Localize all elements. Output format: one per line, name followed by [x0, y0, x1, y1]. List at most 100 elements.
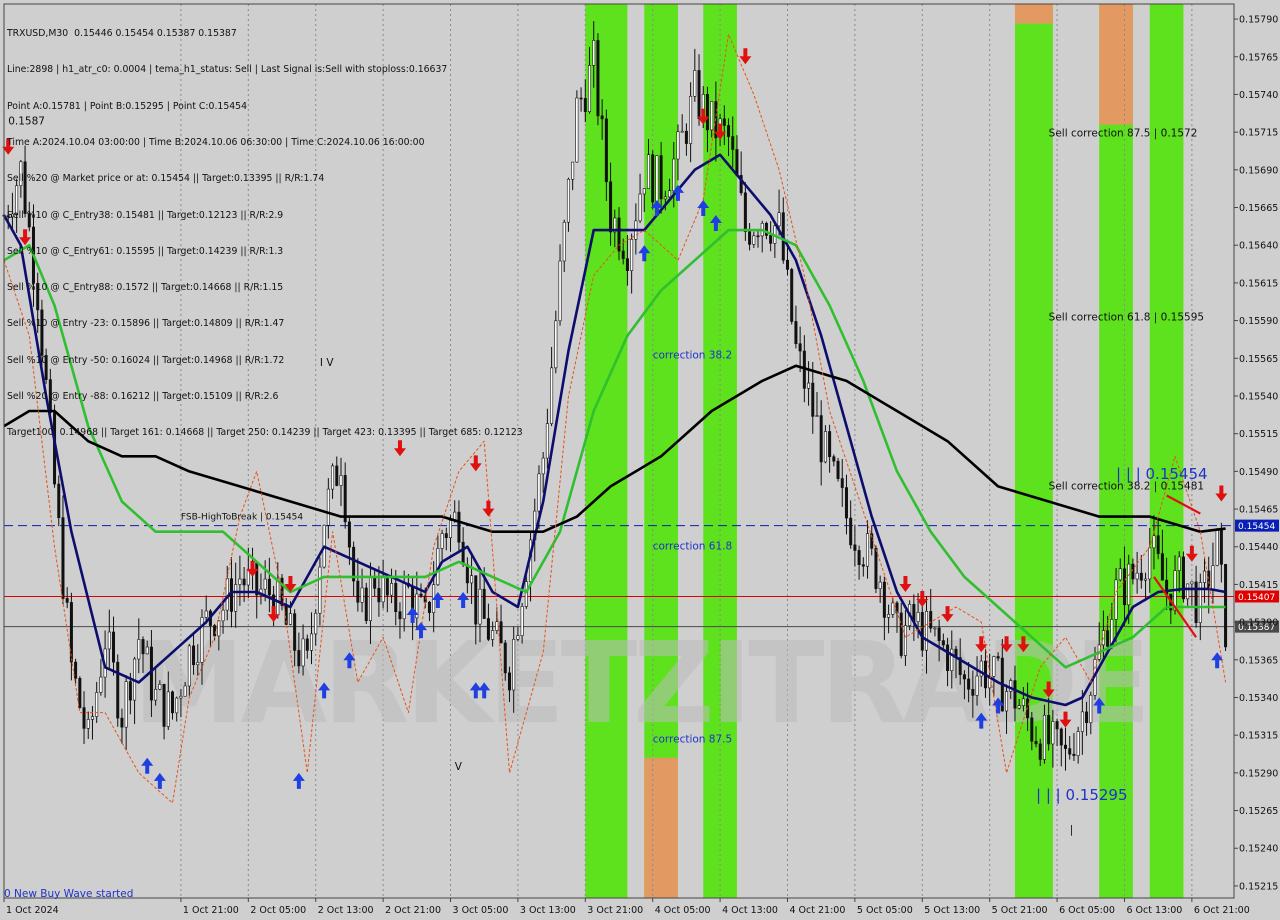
y-tick-label: 0.15440	[1239, 542, 1278, 553]
candle-body	[69, 602, 73, 663]
candle-body	[107, 631, 111, 650]
x-tick-label: 5 Oct 05:00	[857, 905, 913, 916]
candle-body	[368, 576, 372, 622]
candle-body	[1152, 535, 1156, 549]
candle-body	[486, 618, 490, 640]
x-tick-label: 1 Oct 21:00	[183, 905, 239, 916]
candle-body	[309, 633, 313, 651]
candle-body	[402, 582, 406, 620]
info-line: Sell %10 @ Entry -50: 0.16024 || Target:…	[7, 354, 285, 366]
candle-body	[267, 578, 271, 596]
candle-body	[646, 154, 650, 189]
candle-body	[777, 212, 781, 227]
candle-body	[512, 638, 516, 691]
y-tick-label: 0.15240	[1239, 844, 1278, 855]
candle-body	[154, 688, 158, 701]
candle-body	[170, 691, 174, 714]
candle-body	[621, 250, 625, 259]
candle-body	[680, 130, 684, 133]
candle-body	[86, 719, 90, 729]
candle-body	[659, 155, 663, 200]
x-tick-label: 4 Oct 13:00	[722, 905, 778, 916]
candle-body	[398, 611, 402, 620]
info-line: Point A:0.15781 | Point B:0.15295 | Poin…	[7, 100, 247, 112]
candle-body	[1127, 563, 1131, 606]
orange-zone	[644, 757, 678, 898]
candle-body	[1047, 715, 1051, 745]
info-line: Sell %10 @ Entry -23: 0.15896 || Target:…	[7, 318, 285, 330]
info-line: Sell %10 @ C_Entry38: 0.15481 || Target:…	[7, 209, 284, 221]
candle-body	[874, 547, 878, 589]
candle-body	[1085, 711, 1089, 724]
candle-body	[128, 681, 132, 701]
candle-body	[596, 40, 600, 117]
candle-body	[516, 635, 520, 640]
candle-body	[752, 235, 756, 245]
candle-body	[440, 533, 444, 549]
y-tick-label: 0.15515	[1239, 429, 1278, 440]
candle-body	[899, 612, 903, 656]
y-tick-label: 0.15665	[1239, 203, 1278, 214]
candle-body	[663, 196, 667, 200]
symbol: TRXUSD,M30	[7, 28, 69, 40]
info-panel: TRXUSD,M30 0.15446 0.15454 0.15387 0.153…	[7, 4, 523, 451]
candle-body	[672, 158, 676, 192]
candle-body	[1076, 731, 1080, 756]
candle-body	[297, 650, 301, 667]
candle-body	[882, 581, 886, 618]
candle-body	[705, 94, 709, 131]
candle-body	[819, 415, 823, 463]
candle-body	[609, 181, 613, 233]
candle-body	[579, 97, 583, 100]
candle-body	[920, 612, 924, 651]
y-tick-label: 0.15790	[1239, 15, 1278, 26]
candle-body	[849, 517, 853, 546]
candle-body	[74, 661, 78, 679]
x-tick-label: 6 Oct 13:00	[1126, 905, 1182, 916]
candle-body	[78, 678, 82, 708]
candle-body	[844, 487, 848, 519]
candle-body	[183, 685, 187, 697]
candle-body	[390, 583, 394, 596]
candle-body	[1038, 743, 1042, 760]
y-tick-label: 0.15340	[1239, 693, 1278, 704]
candle-body	[221, 609, 225, 622]
candle-body	[461, 541, 465, 565]
x-tick-label: 2 Oct 05:00	[250, 905, 306, 916]
y-tick-label: 0.15615	[1239, 278, 1278, 289]
candle-body	[600, 115, 604, 120]
candle-body	[255, 562, 259, 596]
candle-body	[836, 460, 840, 479]
info-line: Line:2898 | h1_atr_c0: 0.0004 | tema_h1_…	[7, 64, 448, 76]
orange-zone	[1014, 4, 1053, 24]
x-tick-label: 3 Oct 21:00	[587, 905, 643, 916]
y-tick-label: 0.15740	[1239, 90, 1278, 101]
candle-body	[356, 580, 360, 603]
candle-body	[769, 235, 773, 244]
candle-body	[537, 473, 541, 512]
candle-body	[234, 584, 238, 612]
candle-body	[798, 343, 802, 352]
candle-body	[158, 684, 162, 690]
candle-body	[1203, 570, 1207, 583]
candle-body	[326, 488, 330, 526]
chart-label: | | | 0.15454	[1116, 465, 1208, 483]
candle-body	[1224, 564, 1228, 648]
candle-body	[478, 588, 482, 625]
candle-body	[866, 533, 870, 567]
candle-body	[419, 593, 423, 597]
candle-body	[360, 587, 364, 603]
candle-body	[1177, 556, 1181, 571]
candle-body	[975, 675, 979, 696]
candle-body	[992, 656, 996, 677]
candle-body	[116, 661, 120, 719]
candle-body	[996, 656, 1000, 659]
candle-body	[1089, 694, 1093, 724]
chart-label: V	[455, 761, 463, 773]
candle-body	[941, 640, 945, 646]
candle-body	[638, 193, 642, 222]
candle-body	[381, 576, 385, 603]
candle-body	[491, 630, 495, 640]
candle-body	[1064, 744, 1068, 749]
candle-body	[823, 431, 827, 463]
